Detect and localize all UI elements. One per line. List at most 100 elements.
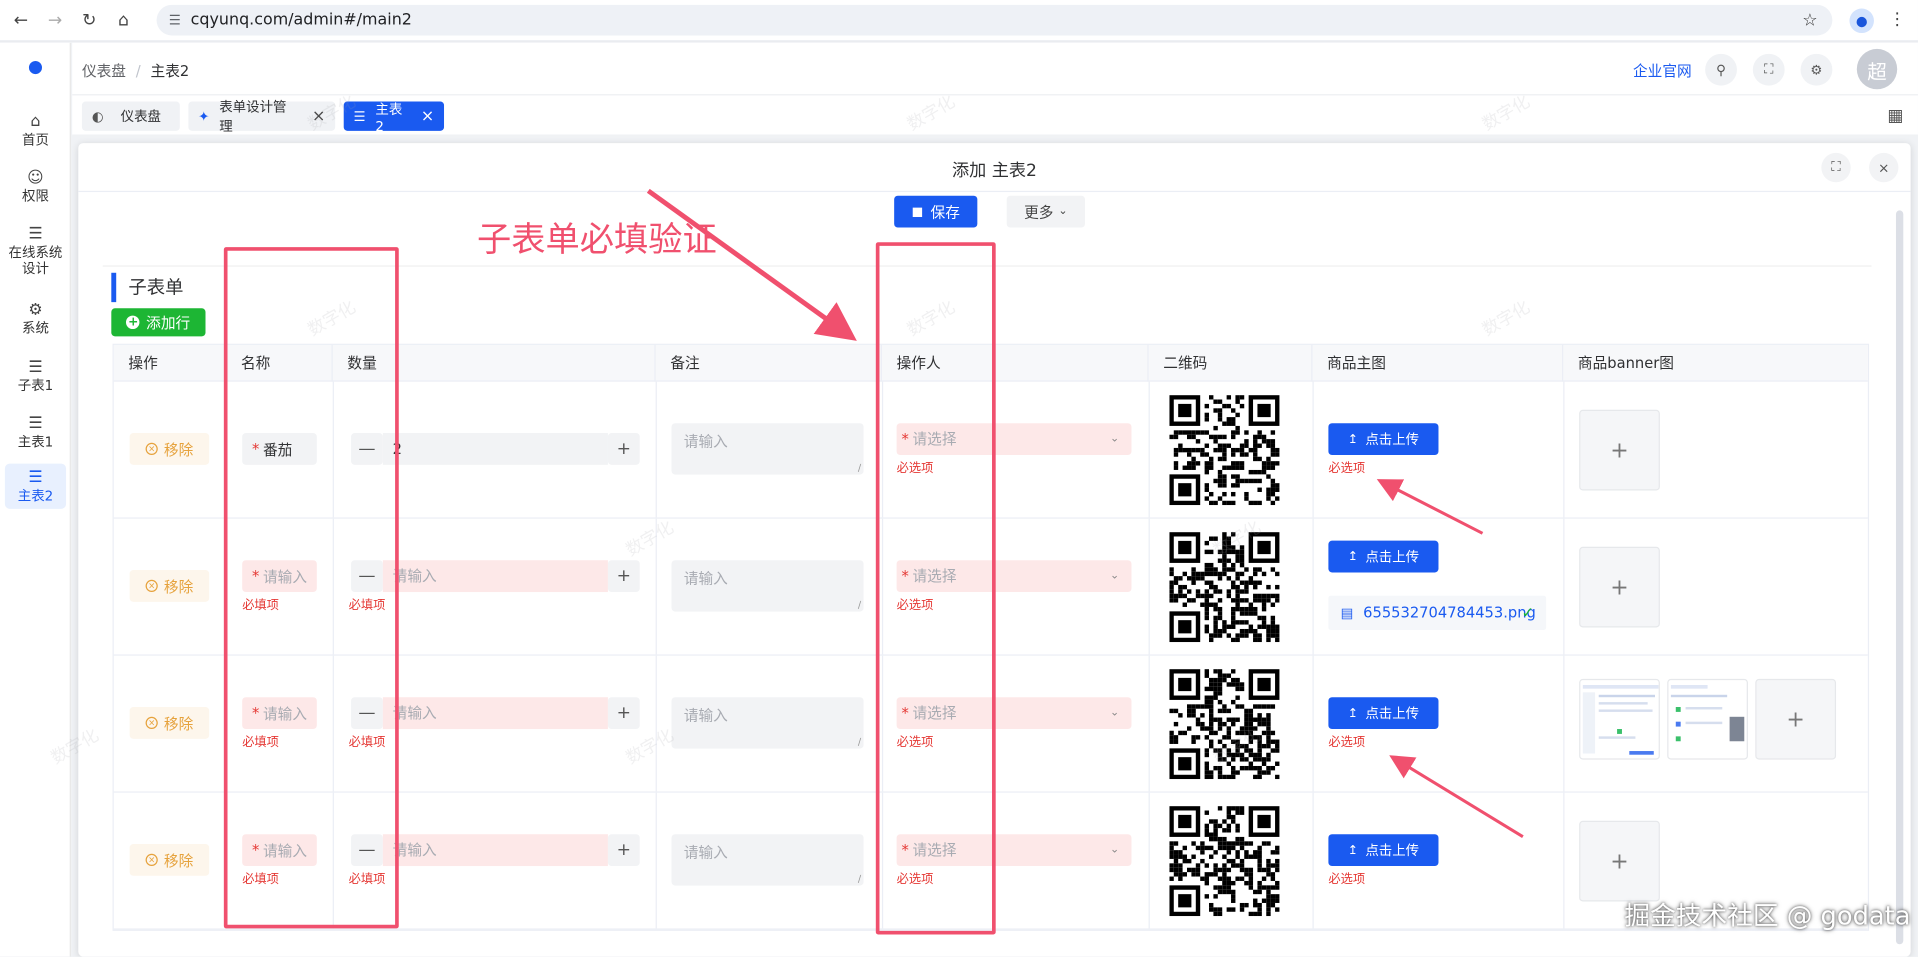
sidebar-item-sub1[interactable]: ☰ 子表1	[5, 358, 66, 393]
footer-watermark: 掘金技术社区 @ godata	[1624, 901, 1911, 931]
tab-main2[interactable]: ☰ 主表2 ×	[343, 101, 445, 134]
sidebar-item-main2[interactable]: ☰ 主表2	[4, 463, 67, 509]
home-icon[interactable]: ⌂	[110, 7, 137, 34]
file-name[interactable]: 655532704784453.png	[1363, 604, 1536, 621]
required-mark: *	[901, 704, 909, 722]
sidebar-item-permission[interactable]: ☺ 权限	[5, 169, 66, 204]
settings-icon[interactable]: ⚙	[1800, 53, 1833, 86]
quantity-value[interactable]: 2	[382, 433, 608, 465]
check-icon: ✓	[1521, 604, 1534, 622]
banner-upload-box[interactable]: +	[1579, 820, 1660, 902]
quantity-placeholder[interactable]: 请输入	[382, 560, 608, 593]
reload-icon[interactable]: ↻	[76, 7, 103, 34]
remark-textarea[interactable]: 请输入 ∕	[671, 697, 864, 749]
remark-textarea[interactable]: 请输入 ∕	[671, 834, 864, 886]
tab-form-design[interactable]: ✦ 表单设计管理 ×	[188, 99, 336, 135]
operator-select[interactable]: * 请选择 ⌄	[896, 697, 1132, 730]
resize-grip-icon[interactable]: ∕	[858, 873, 861, 884]
site-info-icon[interactable]: ☰	[169, 12, 181, 28]
remove-button[interactable]: × 移除	[129, 433, 210, 465]
banner-thumbnail[interactable]	[1579, 678, 1660, 760]
resize-grip-icon[interactable]: ∕	[858, 599, 861, 610]
plus-icon[interactable]: +	[607, 697, 640, 730]
maximize-icon[interactable]: ⛶	[1821, 152, 1851, 183]
remove-label: 移除	[163, 714, 194, 733]
back-icon[interactable]: ←	[7, 7, 34, 34]
fullscreen-icon[interactable]: ⛶	[1752, 53, 1785, 86]
minus-icon[interactable]: —	[351, 834, 383, 867]
upload-button[interactable]: ↥ 点击上传	[1328, 540, 1439, 573]
forward-icon[interactable]: →	[42, 7, 69, 34]
sidebar-item-home[interactable]: ⌂ 首页	[5, 113, 66, 148]
name-input[interactable]: * 请输入	[242, 560, 317, 593]
banner-upload-box[interactable]: +	[1579, 546, 1660, 628]
close-icon[interactable]: ×	[421, 107, 434, 125]
official-site-link[interactable]: 企业官网	[1633, 60, 1692, 81]
remove-button[interactable]: × 移除	[129, 844, 210, 876]
plus-icon: +	[1610, 574, 1629, 600]
upload-button[interactable]: ↥ 点击上传	[1328, 423, 1439, 456]
sidebar-item-main1[interactable]: ☰ 主表1	[5, 415, 66, 450]
upload-button[interactable]: ↥ 点击上传	[1328, 834, 1439, 867]
placeholder: 请输入	[262, 842, 308, 860]
operator-select[interactable]: * 请选择 ⌄	[896, 834, 1132, 867]
name-input[interactable]: * 请输入	[242, 697, 317, 730]
minus-icon[interactable]: —	[351, 433, 383, 465]
remark-textarea[interactable]: 请输入 ∕	[671, 560, 864, 612]
address-bar[interactable]: ☰ cqyunq.com/admin#/main2 ☆	[156, 4, 1833, 36]
browser-menu-icon[interactable]: ⋮	[1889, 10, 1906, 30]
profile-icon[interactable]: ●	[1849, 8, 1874, 34]
grid-icon[interactable]: ▦	[1887, 106, 1903, 126]
chevron-down-icon: ⌄	[1109, 707, 1120, 720]
resize-grip-icon[interactable]: ∕	[858, 736, 861, 747]
plus-icon[interactable]: +	[607, 560, 640, 593]
sidebar-item-system[interactable]: ⚙ 系统	[5, 301, 66, 336]
quantity-placeholder[interactable]: 请输入	[382, 834, 608, 867]
quantity-stepper[interactable]: — 2 +	[351, 433, 640, 465]
scrollbar[interactable]	[1895, 210, 1904, 945]
operator-select[interactable]: * 请选择 ⌄	[896, 560, 1132, 593]
add-row-button[interactable]: + 添加行	[111, 308, 206, 337]
minus-icon[interactable]: —	[351, 560, 383, 593]
bookmark-star-icon[interactable]: ☆	[1802, 10, 1817, 30]
remark-textarea[interactable]: 请输入 ∕	[671, 423, 864, 475]
tab-dashboard[interactable]: ◐ 仪表盘	[81, 101, 180, 131]
screenshot-thumbnail-image	[1582, 684, 1659, 755]
quantity-stepper[interactable]: — 请输入 +	[351, 560, 640, 593]
uploaded-file-item[interactable]: ▤ 655532704784453.png ✓	[1328, 595, 1547, 630]
resize-grip-icon[interactable]: ∕	[858, 462, 861, 473]
close-icon[interactable]: ×	[1869, 152, 1899, 183]
banner-upload-box[interactable]: +	[1579, 409, 1660, 491]
upload-button[interactable]: ↥ 点击上传	[1328, 697, 1439, 730]
banner-thumbnail[interactable]	[1667, 678, 1748, 760]
list-icon: ☰	[28, 358, 43, 377]
quantity-stepper[interactable]: — 请输入 +	[351, 834, 640, 867]
quantity-stepper[interactable]: — 请输入 +	[351, 697, 640, 730]
close-circle-icon: ×	[145, 716, 158, 730]
name-input[interactable]: * 番茄	[242, 433, 317, 465]
more-button[interactable]: 更多 ⌄	[1006, 195, 1085, 228]
sidebar-item-online-design[interactable]: ☰ 在线系统设计	[5, 225, 66, 276]
save-button[interactable]: ■ 保存	[894, 195, 978, 228]
breadcrumb-home[interactable]: 仪表盘	[82, 62, 126, 79]
list-icon: ☰	[28, 468, 43, 487]
column-header: 商品banner图	[1577, 354, 1674, 372]
remove-button[interactable]: × 移除	[129, 707, 210, 739]
close-icon[interactable]: ×	[312, 107, 325, 125]
remove-button[interactable]: × 移除	[129, 570, 210, 602]
column-header: 商品主图	[1312, 344, 1564, 382]
quantity-placeholder[interactable]: 请输入	[382, 697, 608, 730]
banner-upload-box[interactable]: +	[1755, 678, 1837, 760]
plus-icon[interactable]: +	[607, 433, 640, 465]
placeholder: 请选择	[912, 841, 957, 859]
error-tip: 必选项	[896, 736, 934, 750]
search-icon[interactable]: ⚲	[1705, 53, 1737, 86]
more-label: 更多	[1024, 203, 1054, 221]
minus-icon[interactable]: —	[351, 697, 383, 730]
layers-icon: ☰	[28, 225, 43, 244]
operator-select[interactable]: * 请选择 ⌄	[896, 423, 1132, 456]
avatar[interactable]: 超	[1856, 48, 1898, 90]
qr-code	[1165, 528, 1284, 646]
name-input[interactable]: * 请输入	[242, 834, 317, 867]
plus-icon[interactable]: +	[607, 834, 640, 867]
